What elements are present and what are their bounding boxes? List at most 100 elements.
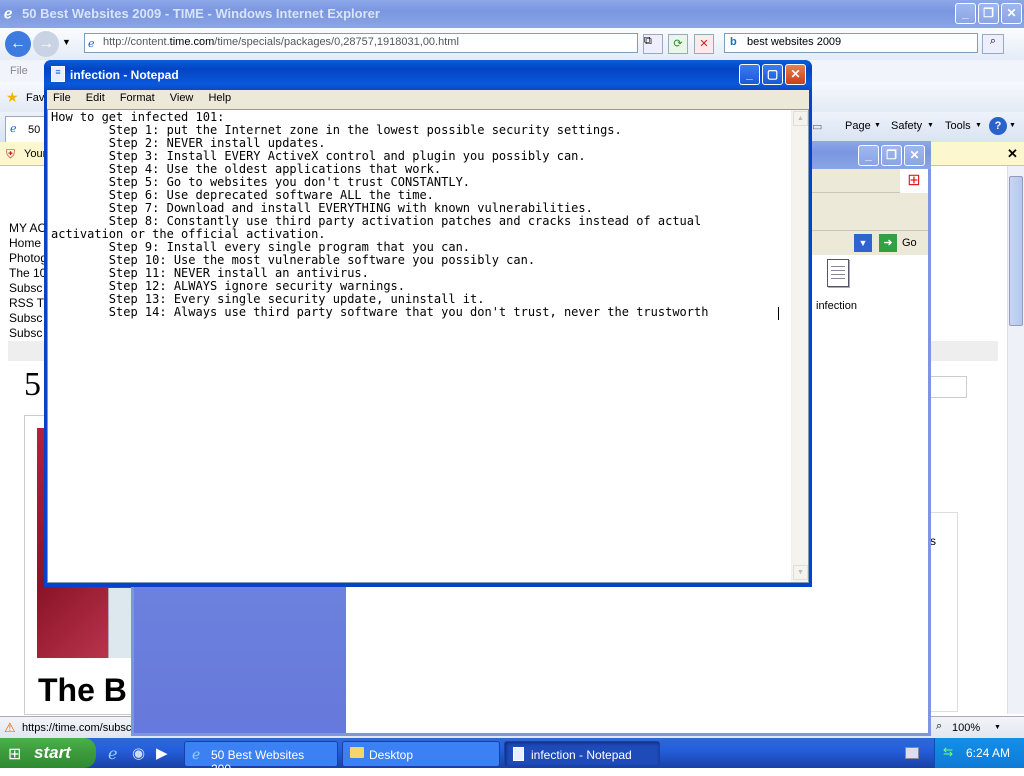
cmd-page-dropdown-icon: ▼ [874,122,881,129]
file-icon-infection[interactable]: infection [810,259,870,315]
ie-icon: ℯ [4,5,13,21]
explorer-close-button[interactable]: ✕ [904,145,925,166]
keyboard-icon[interactable] [905,747,919,759]
network-icon[interactable]: ⇆ [943,745,953,759]
page-icon: ℯ [88,38,95,50]
quicklaunch-ie2-icon[interactable]: ◉ [132,744,145,762]
ie-address-row: ← → ▼ http://content.time.com/time/speci… [0,28,1024,60]
ie-titlebar[interactable]: ℯ 50 Best Websites 2009 - TIME - Windows… [0,0,1024,28]
sidebar-link[interactable]: MY AC [9,221,49,236]
ie-scrollbar[interactable] [1007,166,1024,714]
forward-button[interactable]: → [33,31,59,57]
address-url-prefix: http://content. [103,36,170,48]
notepad-maximize-button[interactable]: ▢ [762,64,783,85]
search-button[interactable]: ⌕ [982,34,1004,54]
notepad-title: infection - Notepad [70,68,179,82]
notepad-titlebar[interactable]: ≡ infection - Notepad _ ▢ ✕ [44,60,812,90]
sidebar-link[interactable]: Subsc [9,326,49,341]
notepad-menu-format[interactable]: Format [120,92,155,104]
zoom-dropdown-icon[interactable]: ▼ [994,724,1001,731]
notepad-menu-view[interactable]: View [170,92,194,104]
notepad-scrollbar[interactable]: ▲ ▼ [791,110,808,582]
notepad-menu-edit[interactable]: Edit [86,92,105,104]
infobar-close-icon[interactable]: ✕ [1007,146,1018,162]
taskbar: ⊞ start ℯ ◉ ▶ ℯ 50 Best Websites 200... … [0,738,1024,776]
ie-maximize-button[interactable]: ❐ [978,3,999,24]
notepad-content[interactable]: How to get infected 101: Step 1: put the… [51,111,787,319]
notepad-edit-area[interactable]: How to get infected 101: Step 1: put the… [47,109,809,583]
zoom-level[interactable]: 100% [952,722,980,734]
taskbar-notepad-icon [513,747,524,761]
notepad-menu-help[interactable]: Help [208,92,231,104]
address-url-path: /time/specials/packages/0,28757,1918031,… [214,36,459,48]
ie-minimize-button[interactable]: _ [955,3,976,24]
ie-close-button[interactable]: ✕ [1001,3,1022,24]
back-button[interactable]: ← [5,31,31,57]
cmd-safety[interactable]: Safety [891,120,922,132]
zoom-icon[interactable]: ⌕ [936,720,942,733]
cmd-page[interactable]: Page [845,120,871,132]
ie-title: 50 Best Websites 2009 - TIME - Windows I… [22,6,380,21]
stop-icon[interactable]: ✕ [694,34,714,54]
explorer-minimize-button[interactable]: _ [858,145,879,166]
cmd-safety-dropdown-icon: ▼ [927,122,934,129]
explorer-go-icon[interactable]: ➜ [879,234,897,252]
windows-flag-icon: ⊞ [8,746,22,763]
status-warning-icon: ⚠ [4,720,16,735]
notepad-window: ≡ infection - Notepad _ ▢ ✕ File Edit Fo… [44,60,812,587]
ie-tab[interactable]: ℯ 50 [5,116,45,142]
sidebar-link[interactable]: Subsc [9,281,49,296]
explorer-maximize-button[interactable]: ❐ [881,145,902,166]
sidebar-link[interactable]: Home [9,236,49,251]
file-icon-label: infection [816,300,857,312]
sidebar-link[interactable]: RSS T [9,296,49,311]
clock[interactable]: 6:24 AM [966,746,1010,760]
quicklaunch-ie-icon[interactable]: ℯ [108,744,117,764]
favorites-star-icon[interactable]: ★ [6,89,19,106]
taskbar-item-notepad[interactable]: infection - Notepad [504,741,660,767]
scroll-up-icon[interactable]: ▲ [793,111,808,126]
address-url-domain: time.com [169,36,215,48]
help-icon[interactable]: ? [989,117,1007,135]
tab-label: 50 [28,124,41,136]
notepad-minimize-button[interactable]: _ [739,64,760,85]
quicklaunch-media-icon[interactable]: ▶ [156,744,168,762]
taskbar-item-desktop[interactable]: Desktop [342,741,500,767]
notepad-menu-file[interactable]: File [53,92,71,104]
help-dropdown-icon: ▼ [1009,122,1016,129]
start-button[interactable]: ⊞ start [0,738,96,768]
taskbar-item-ie[interactable]: ℯ 50 Best Websites 200... [184,741,338,776]
refresh-icon[interactable]: ⟳ [668,34,688,54]
page-thumb-strip[interactable] [108,588,132,658]
ie-right-box [930,376,967,398]
sidebar-link[interactable]: The 10 [9,266,49,281]
print-icon[interactable]: ▭ [812,120,822,133]
taskbar-ie-icon: ℯ [192,746,201,762]
sidebar-link[interactable]: Subsc [9,311,49,326]
cmd-tools-dropdown-icon: ▼ [975,122,982,129]
taskbar-item-label: 50 Best Websites 200... [211,748,305,776]
favorites-label[interactable]: Fav [26,92,44,104]
page-heading: 5 [24,366,41,403]
bing-icon: b [730,36,737,48]
history-dropdown-icon[interactable]: ▼ [62,37,71,47]
status-url: https://time.com/subsc [22,722,132,734]
notepad-close-button[interactable]: ✕ [785,64,806,85]
compat-view-icon[interactable]: ⧉ [643,34,663,54]
explorer-address-dropdown[interactable]: ▼ [854,234,872,252]
menu-file[interactable]: File [10,65,28,77]
cmd-tools[interactable]: Tools [945,120,971,132]
sidebar-link[interactable]: Photog [9,251,49,266]
ie-scroll-thumb[interactable] [1009,176,1023,326]
shield-icon: ⛨ [6,147,16,161]
scroll-down-icon[interactable]: ▼ [793,565,808,580]
taskbar-item-label: infection - Notepad [531,748,632,762]
address-bar[interactable]: http://content.time.com/time/specials/pa… [84,33,638,53]
search-input[interactable]: best websites 2009 [724,33,978,53]
folder-icon [350,747,364,758]
start-label: start [34,743,71,762]
infobar-text: Your [24,148,47,160]
tab-icon: ℯ [10,123,17,135]
explorer-go-label[interactable]: Go [902,237,917,249]
text-cursor [778,307,779,320]
